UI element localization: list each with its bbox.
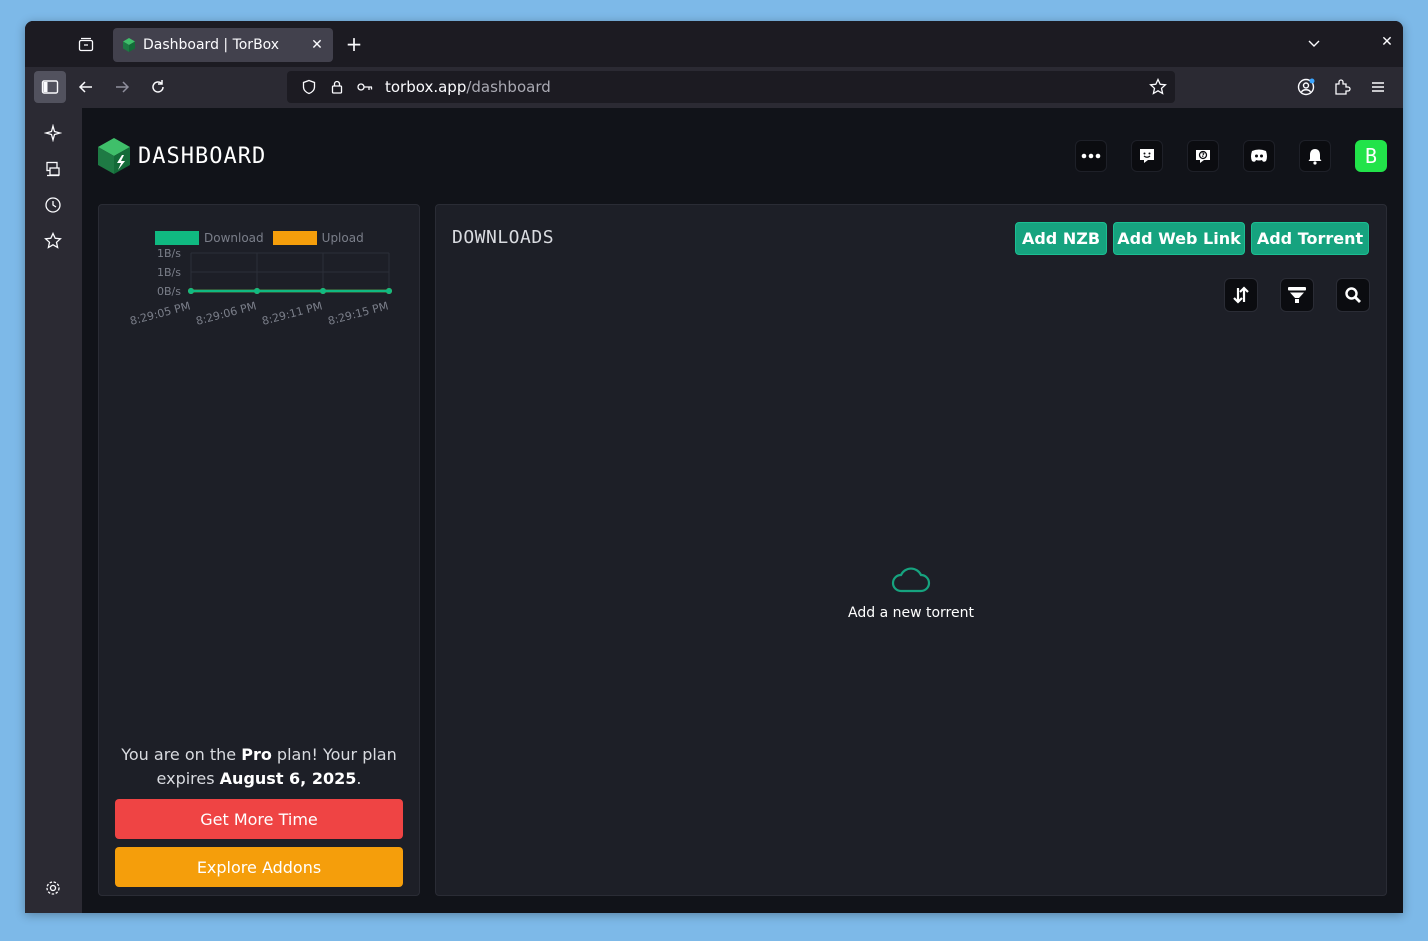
x-tick-label: 8:29:06 PM (194, 299, 257, 328)
legend-label-upload: Upload (321, 231, 364, 245)
cloud-icon (891, 567, 931, 593)
plan-suffix: . (356, 769, 362, 788)
account-icon[interactable] (1290, 71, 1322, 103)
settings-gear-icon[interactable] (43, 878, 63, 898)
url-text[interactable]: torbox.app/dashboard (385, 78, 551, 96)
downloads-title: DOWNLOADS (452, 227, 555, 248)
y-tick-label: 0B/s (157, 285, 181, 298)
key-icon[interactable] (351, 79, 379, 95)
explore-addons-button[interactable]: Explore Addons (115, 847, 403, 887)
legend-swatch-download (155, 231, 199, 245)
back-arrow-icon[interactable] (70, 71, 102, 103)
search-icon[interactable] (1336, 278, 1370, 312)
speed-chart: 1B/s 1B/s 0B/s8:29:05 PM 8:29:06 PM 8:29:11 … (128, 247, 392, 328)
tracking-shield-icon[interactable] (295, 79, 323, 95)
chart-legend: Download Upload (155, 231, 373, 245)
url-bar[interactable]: torbox.app/dashboard (287, 71, 1175, 103)
tab-close-icon[interactable]: ✕ (309, 37, 325, 53)
user-avatar[interactable]: B (1355, 140, 1387, 172)
bookmarks-star-icon[interactable] (43, 231, 63, 251)
plan-prefix: You are on the (121, 745, 242, 764)
y-tick-label: 1B/s (157, 266, 181, 279)
bookmark-star-icon[interactable] (1149, 77, 1167, 100)
menu-hamburger-icon[interactable] (1362, 71, 1394, 103)
data-point-download (188, 288, 194, 294)
speed-and-plan-card: Download Upload 1B/s 1B/s 0B/s 8:29:05 PM 8:… (98, 204, 420, 896)
window-close-icon[interactable]: ✕ (1379, 34, 1395, 50)
data-point-download (320, 288, 326, 294)
extensions-icon[interactable] (1326, 71, 1358, 103)
data-point-download (386, 288, 392, 294)
list-all-tabs-icon[interactable] (1307, 35, 1321, 54)
help-question-icon[interactable]: ? (1187, 140, 1219, 172)
reload-icon[interactable] (142, 71, 174, 103)
forward-arrow-icon[interactable] (106, 71, 138, 103)
more-options-icon[interactable] (1075, 140, 1107, 172)
add-torrent-button[interactable]: Add Torrent (1251, 222, 1369, 255)
tab-title: Dashboard | TorBox (143, 37, 280, 53)
x-tick-label: 8:29:11 PM (260, 299, 323, 328)
browser-sidebar (25, 108, 82, 913)
synced-tabs-icon[interactable] (43, 159, 63, 179)
legend-label-download: Download (204, 231, 264, 245)
support-chat-icon[interactable] (1131, 140, 1163, 172)
history-clock-icon[interactable] (43, 195, 63, 215)
plan-name: Pro (241, 745, 272, 764)
y-tick-label: 1B/s (157, 247, 181, 260)
plan-info: You are on the Pro plan! Your plan expir… (115, 743, 403, 791)
x-tick-label: 8:29:05 PM (128, 299, 191, 328)
svg-text:?: ? (1201, 152, 1205, 159)
tab-dashboard[interactable]: Dashboard | TorBox ✕ (113, 28, 333, 62)
torbox-page: DASHBOARD ? B Download Upload 1B/s 1B/s 0B… (82, 108, 1403, 913)
empty-state-text: Add a new torrent (848, 605, 974, 621)
torbox-favicon-icon (121, 37, 137, 53)
ai-sparkle-icon[interactable] (43, 123, 63, 143)
add-web-link-button[interactable]: Add Web Link (1113, 222, 1245, 255)
new-tab-icon[interactable]: + (343, 34, 365, 56)
empty-state: Add a new torrent (816, 563, 1006, 621)
add-nzb-button[interactable]: Add NZB (1015, 222, 1107, 255)
page-brand-title: DASHBOARD (138, 144, 267, 169)
legend-swatch-upload (272, 231, 317, 245)
torbox-logo-icon[interactable] (97, 137, 131, 175)
sort-arrows-icon[interactable] (1224, 278, 1258, 312)
tab-list-icon[interactable] (75, 34, 97, 56)
plan-expiry: August 6, 2025 (219, 769, 357, 788)
x-tick-label: 8:29:15 PM (326, 299, 389, 328)
notifications-bell-icon[interactable] (1299, 140, 1331, 172)
discord-icon[interactable] (1243, 140, 1275, 172)
downloads-card: DOWNLOADS Add NZB Add Web Link Add Torre… (435, 204, 1387, 896)
browser-window: Dashboard | TorBox ✕ + ✕ torbox.app/dash… (25, 21, 1403, 913)
url-path: /dashboard (466, 78, 551, 96)
get-more-time-button[interactable]: Get More Time (115, 799, 403, 839)
data-point-download (254, 288, 260, 294)
filter-funnel-icon[interactable] (1280, 278, 1314, 312)
navigation-bar: torbox.app/dashboard (25, 67, 1403, 108)
url-domain: torbox.app (385, 78, 467, 96)
sidebar-toggle-icon[interactable] (34, 71, 66, 103)
lock-icon[interactable] (323, 79, 351, 95)
tab-strip: Dashboard | TorBox ✕ + ✕ (25, 21, 1403, 67)
